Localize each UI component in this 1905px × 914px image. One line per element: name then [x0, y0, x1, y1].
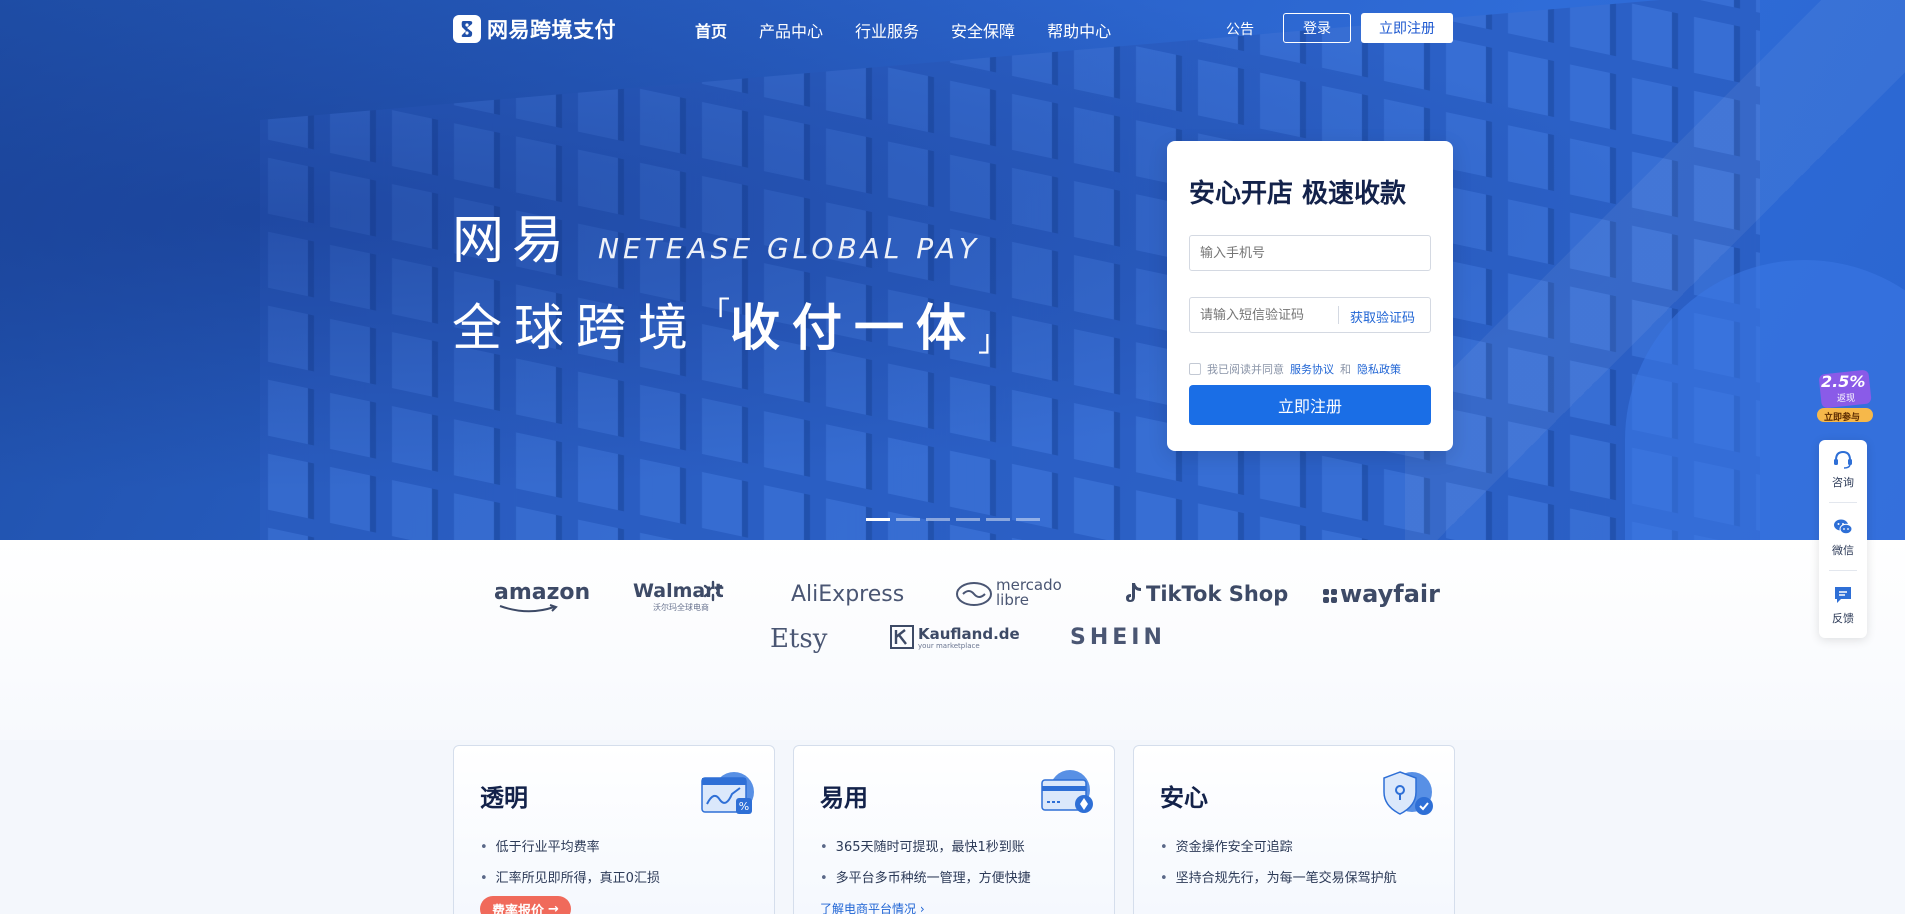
partner-logos-section: amazon Walmart 沃尔玛全球电商 AliExpress mercad… [0, 540, 1905, 740]
netease-pay-logo-icon [453, 15, 481, 43]
sms-code-field: 获取验证码 [1189, 297, 1431, 333]
feature-card-title: 易用 [820, 784, 868, 812]
phone-input[interactable] [1189, 235, 1431, 271]
feature-card-safe: 安心 资金操作安全可追踪 坚持合规先行，为每一笔交易保驾护航 [1133, 745, 1455, 914]
feedback-label: 反馈 [1832, 612, 1854, 625]
shield-check-icon [1383, 771, 1433, 815]
mercadolibre-logo-line2: libre [996, 591, 1029, 609]
carousel-dot-6[interactable] [1016, 518, 1040, 521]
agree-checkbox[interactable] [1189, 363, 1201, 375]
signup-form-card: 安心开店 极速收款 获取验证码 我已阅读并同意服务协议和隐私政策 立即注册 [1167, 141, 1453, 451]
walmart-subtitle: 沃尔玛全球电商 [653, 603, 709, 612]
rate-chart-icon: % [701, 772, 754, 814]
sms-code-input[interactable] [1190, 298, 1340, 332]
rate-quote-button[interactable]: 费率报价 → [480, 896, 571, 914]
feedback-icon [1835, 587, 1851, 603]
brand-logo[interactable]: 网易跨境支付 [453, 14, 616, 44]
form-title: 安心开店 极速收款 [1189, 179, 1407, 209]
wechat-label: 微信 [1832, 544, 1854, 557]
nav-item-help[interactable]: 帮助中心 [1047, 18, 1111, 42]
hero-bracket-close: 」 [978, 324, 1008, 359]
announcement-link[interactable]: 公告 [1226, 19, 1254, 39]
walmart-spark-icon [703, 580, 723, 602]
brand-name: 网易跨境支付 [487, 18, 616, 42]
hero-subtitle-prefix: 全球跨境 [452, 299, 700, 357]
get-code-button[interactable]: 获取验证码 [1350, 307, 1415, 326]
feature-card-title: 透明 [480, 784, 528, 812]
float-divider [1829, 502, 1857, 503]
shein-logo: SHEIN [1070, 625, 1166, 650]
feature-item: 低于行业平均费率 [480, 836, 660, 855]
carousel-dot-3[interactable] [926, 518, 950, 521]
promo-subtitle: 返现 [1837, 394, 1856, 404]
agree-and: 和 [1340, 363, 1351, 376]
carousel-dot-1[interactable] [866, 518, 890, 521]
agreement-row: 我已阅读并同意 服务协议和隐私政策 [1189, 361, 1401, 377]
feature-list: 资金操作安全可追踪 坚持合规先行，为每一笔交易保驾护航 [1160, 836, 1397, 898]
wayfair-logo: wayfair [1340, 580, 1440, 608]
top-navigation: 网易跨境支付 首页 产品中心 行业服务 安全保障 帮助中心 公告 登录 立即注册 [0, 0, 1905, 56]
privacy-policy-link[interactable]: 隐私政策 [1357, 361, 1401, 377]
wechat-icon [1834, 519, 1853, 535]
arrow-right-icon: → [548, 901, 559, 914]
cashback-promo-badge[interactable]: 2.5% 返现 立即参与 [1815, 368, 1875, 428]
amazon-smile-icon [499, 604, 558, 613]
kaufland-icon [890, 625, 914, 649]
hero-subtitle-highlight: 收付一体 [730, 299, 978, 357]
amazon-logo: amazon [494, 580, 591, 605]
code-divider [1338, 306, 1339, 324]
hero-title: 网易 NETEASE GLOBAL PAY [452, 198, 980, 273]
kaufland-logo: Kaufland.de [918, 625, 1020, 643]
wechat-button[interactable]: 微信 [1819, 516, 1867, 558]
register-button[interactable]: 立即注册 [1189, 385, 1431, 425]
tiktok-note-icon [1126, 583, 1141, 602]
feature-list: 低于行业平均费率 汇率所见即所得，真正0汇损 [480, 836, 660, 898]
feedback-button[interactable]: 反馈 [1819, 584, 1867, 626]
feature-card-easy: 易用 365天随时可提现，最快1秒到账 多平台多币种统一管理，方便快捷 了解电商… [793, 745, 1115, 914]
nav-item-products[interactable]: 产品中心 [759, 18, 823, 42]
feature-item: 多平台多币种统一管理，方便快捷 [820, 867, 1031, 886]
payment-card-icon [1041, 770, 1093, 813]
headset-icon [1834, 450, 1852, 469]
hero-subtitle: 全球跨境「收付一体」 [452, 288, 1008, 360]
aliexpress-logo: AliExpress [791, 582, 905, 607]
promo-join: 立即参与 [1824, 413, 1861, 423]
tiktok-shop-logo: TikTok Shop [1146, 582, 1289, 606]
hero-en-title: NETEASE GLOBAL PAY [598, 232, 981, 265]
main-menu: 首页 产品中心 行业服务 安全保障 帮助中心 [695, 18, 1111, 42]
hero-bracket-open: 「 [700, 296, 730, 331]
mercadolibre-handshake-icon [956, 582, 992, 606]
nav-item-industry[interactable]: 行业服务 [855, 18, 919, 42]
login-button[interactable]: 登录 [1283, 13, 1351, 43]
carousel-indicators [866, 518, 1040, 521]
ecommerce-platform-link[interactable]: 了解电商平台情况 › [820, 900, 925, 914]
consult-button[interactable]: 咨询 [1819, 448, 1867, 490]
carousel-dot-4[interactable] [956, 518, 980, 521]
svg-text:%: % [739, 800, 749, 813]
wayfair-icon [1323, 589, 1337, 603]
hero-cn-title: 网易 [452, 211, 573, 271]
agree-prefix: 我已阅读并同意 [1207, 363, 1284, 376]
floating-service-panel: 咨询 微信 反馈 [1819, 440, 1867, 638]
float-divider [1829, 570, 1857, 571]
feature-item: 汇率所见即所得，真正0汇损 [480, 867, 660, 886]
service-agreement-link[interactable]: 服务协议 [1290, 361, 1334, 377]
kaufland-subtitle: your marketplace [918, 642, 980, 650]
nav-item-security[interactable]: 安全保障 [951, 18, 1015, 42]
nav-item-home[interactable]: 首页 [695, 18, 727, 42]
signup-top-button[interactable]: 立即注册 [1361, 13, 1453, 43]
carousel-dot-2[interactable] [896, 518, 920, 521]
feature-card-transparent: 透明 % 低于行业平均费率 汇率所见即所得，真正0汇损 费率报价 → [453, 745, 775, 914]
feature-item: 资金操作安全可追踪 [1160, 836, 1397, 855]
etsy-logo: Etsy [770, 624, 828, 654]
feature-card-title: 安心 [1160, 784, 1208, 812]
carousel-dot-5[interactable] [986, 518, 1010, 521]
promo-rate: 2.5% [1821, 372, 1866, 391]
consult-label: 咨询 [1832, 476, 1854, 489]
feature-list: 365天随时可提现，最快1秒到账 多平台多币种统一管理，方便快捷 [820, 836, 1031, 898]
rate-quote-label: 费率报价 [492, 903, 545, 914]
feature-item: 365天随时可提现，最快1秒到账 [820, 836, 1031, 855]
feature-item: 坚持合规先行，为每一笔交易保驾护航 [1160, 867, 1397, 886]
